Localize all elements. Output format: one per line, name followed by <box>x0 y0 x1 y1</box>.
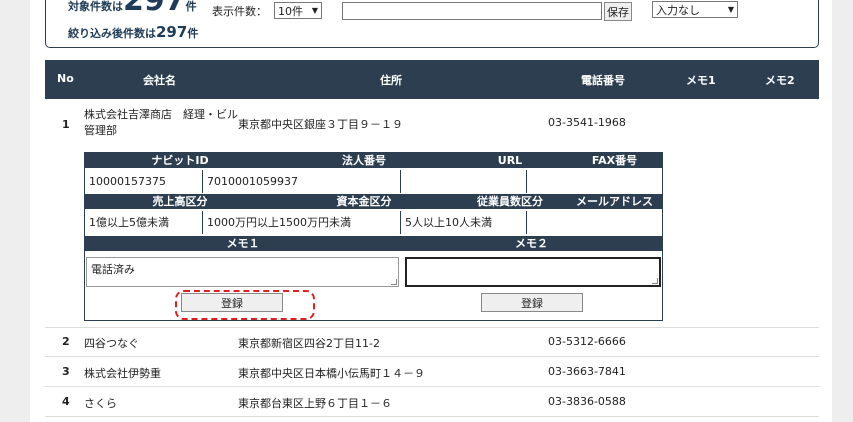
fax-value <box>527 170 662 193</box>
corp-no-value: 7010001059937 <box>203 170 401 193</box>
row-divider <box>45 386 819 387</box>
url-value <box>401 170 527 193</box>
memo1-textarea[interactable]: 電話済み <box>86 257 399 287</box>
row-company[interactable]: さくら <box>84 395 117 411</box>
col-memo1: メモ1 <box>686 74 716 87</box>
row-address: 東京都中央区銀座３丁目９－１９ <box>238 118 403 131</box>
sales-value: 1億以上5億未満 <box>85 211 203 234</box>
employees-header: 従業員数区分 <box>453 194 567 209</box>
memo2-register-button[interactable]: 登録 <box>481 293 583 312</box>
target-count: 対象件数は297件 <box>68 0 197 18</box>
row-divider <box>45 356 819 357</box>
row-company[interactable]: 株式会社吉澤商店 経理・ビル管理部 <box>84 107 238 139</box>
row-divider <box>45 416 819 417</box>
search-summary-box: 対象件数は297件 絞り込み後件数は297件 表示件数： 10件 ▼ 保存 入力… <box>45 0 819 48</box>
navit-id-value: 10000157375 <box>85 170 203 193</box>
chevron-down-icon: ▼ <box>727 5 734 14</box>
filtered-count: 絞り込み後件数は297件 <box>68 23 199 41</box>
row-phone: 03-3541-1968 <box>548 116 626 129</box>
row-phone: 03-3663-7841 <box>548 365 626 378</box>
sales-header: 売上高区分 <box>85 194 275 209</box>
capital-value: 1000万円以上1500万円未満 <box>203 211 401 234</box>
col-phone: 電話番号 <box>581 74 625 87</box>
url-header: URL <box>453 153 567 168</box>
row-address: 東京都新宿区四谷2丁目11-2 <box>238 337 380 350</box>
filter-select[interactable]: 入力なし ▼ <box>652 1 738 18</box>
row-phone: 03-5312-6666 <box>548 335 626 348</box>
row-no: 3 <box>62 365 70 378</box>
page: 対象件数は297件 絞り込み後件数は297件 表示件数： 10件 ▼ 保存 入力… <box>30 0 832 422</box>
row-no: 4 <box>62 395 70 408</box>
row-no: 1 <box>62 118 70 131</box>
capital-header: 資本金区分 <box>275 194 453 209</box>
row-company[interactable]: 株式会社伊勢重 <box>84 365 161 381</box>
employees-value: 5人以上10人未満 <box>401 211 527 234</box>
chevron-down-icon: ▼ <box>311 6 318 15</box>
memo2-header: メモ２ <box>401 236 662 251</box>
row-phone: 03-3836-0588 <box>548 395 626 408</box>
col-company: 会社名 <box>143 74 176 87</box>
fax-header: FAX番号 <box>567 153 662 168</box>
highlight-annotation <box>175 290 315 320</box>
memo1-header: メモ１ <box>85 236 401 251</box>
search-input[interactable] <box>342 2 602 20</box>
email-header: メールアドレス <box>567 194 662 209</box>
resize-handle-icon[interactable] <box>391 279 397 285</box>
memo2-textarea[interactable] <box>405 257 661 287</box>
detail-panel: ナビットID 法人番号 URL FAX番号 10000157375 701000… <box>84 152 663 321</box>
per-page-select[interactable]: 10件 ▼ <box>274 2 322 19</box>
per-page-label: 表示件数： <box>212 5 267 18</box>
email-value <box>527 211 662 234</box>
table-header: No 会社名 住所 電話番号 メモ1 メモ2 <box>45 60 819 99</box>
col-address: 住所 <box>380 74 402 87</box>
col-no: No <box>57 72 74 85</box>
resize-handle-icon[interactable] <box>652 278 658 284</box>
row-address: 東京都台東区上野６丁目１－６ <box>238 397 392 410</box>
row-address: 東京都中央区日本橋小伝馬町１４－９ <box>238 367 425 380</box>
col-memo2: メモ2 <box>765 74 795 87</box>
row-company[interactable]: 四谷つなぐ <box>84 335 139 351</box>
save-button[interactable]: 保存 <box>604 2 632 21</box>
row-divider <box>45 327 819 328</box>
corp-no-header: 法人番号 <box>275 153 453 168</box>
row-no: 2 <box>62 335 70 348</box>
navit-id-header: ナビットID <box>85 153 275 168</box>
